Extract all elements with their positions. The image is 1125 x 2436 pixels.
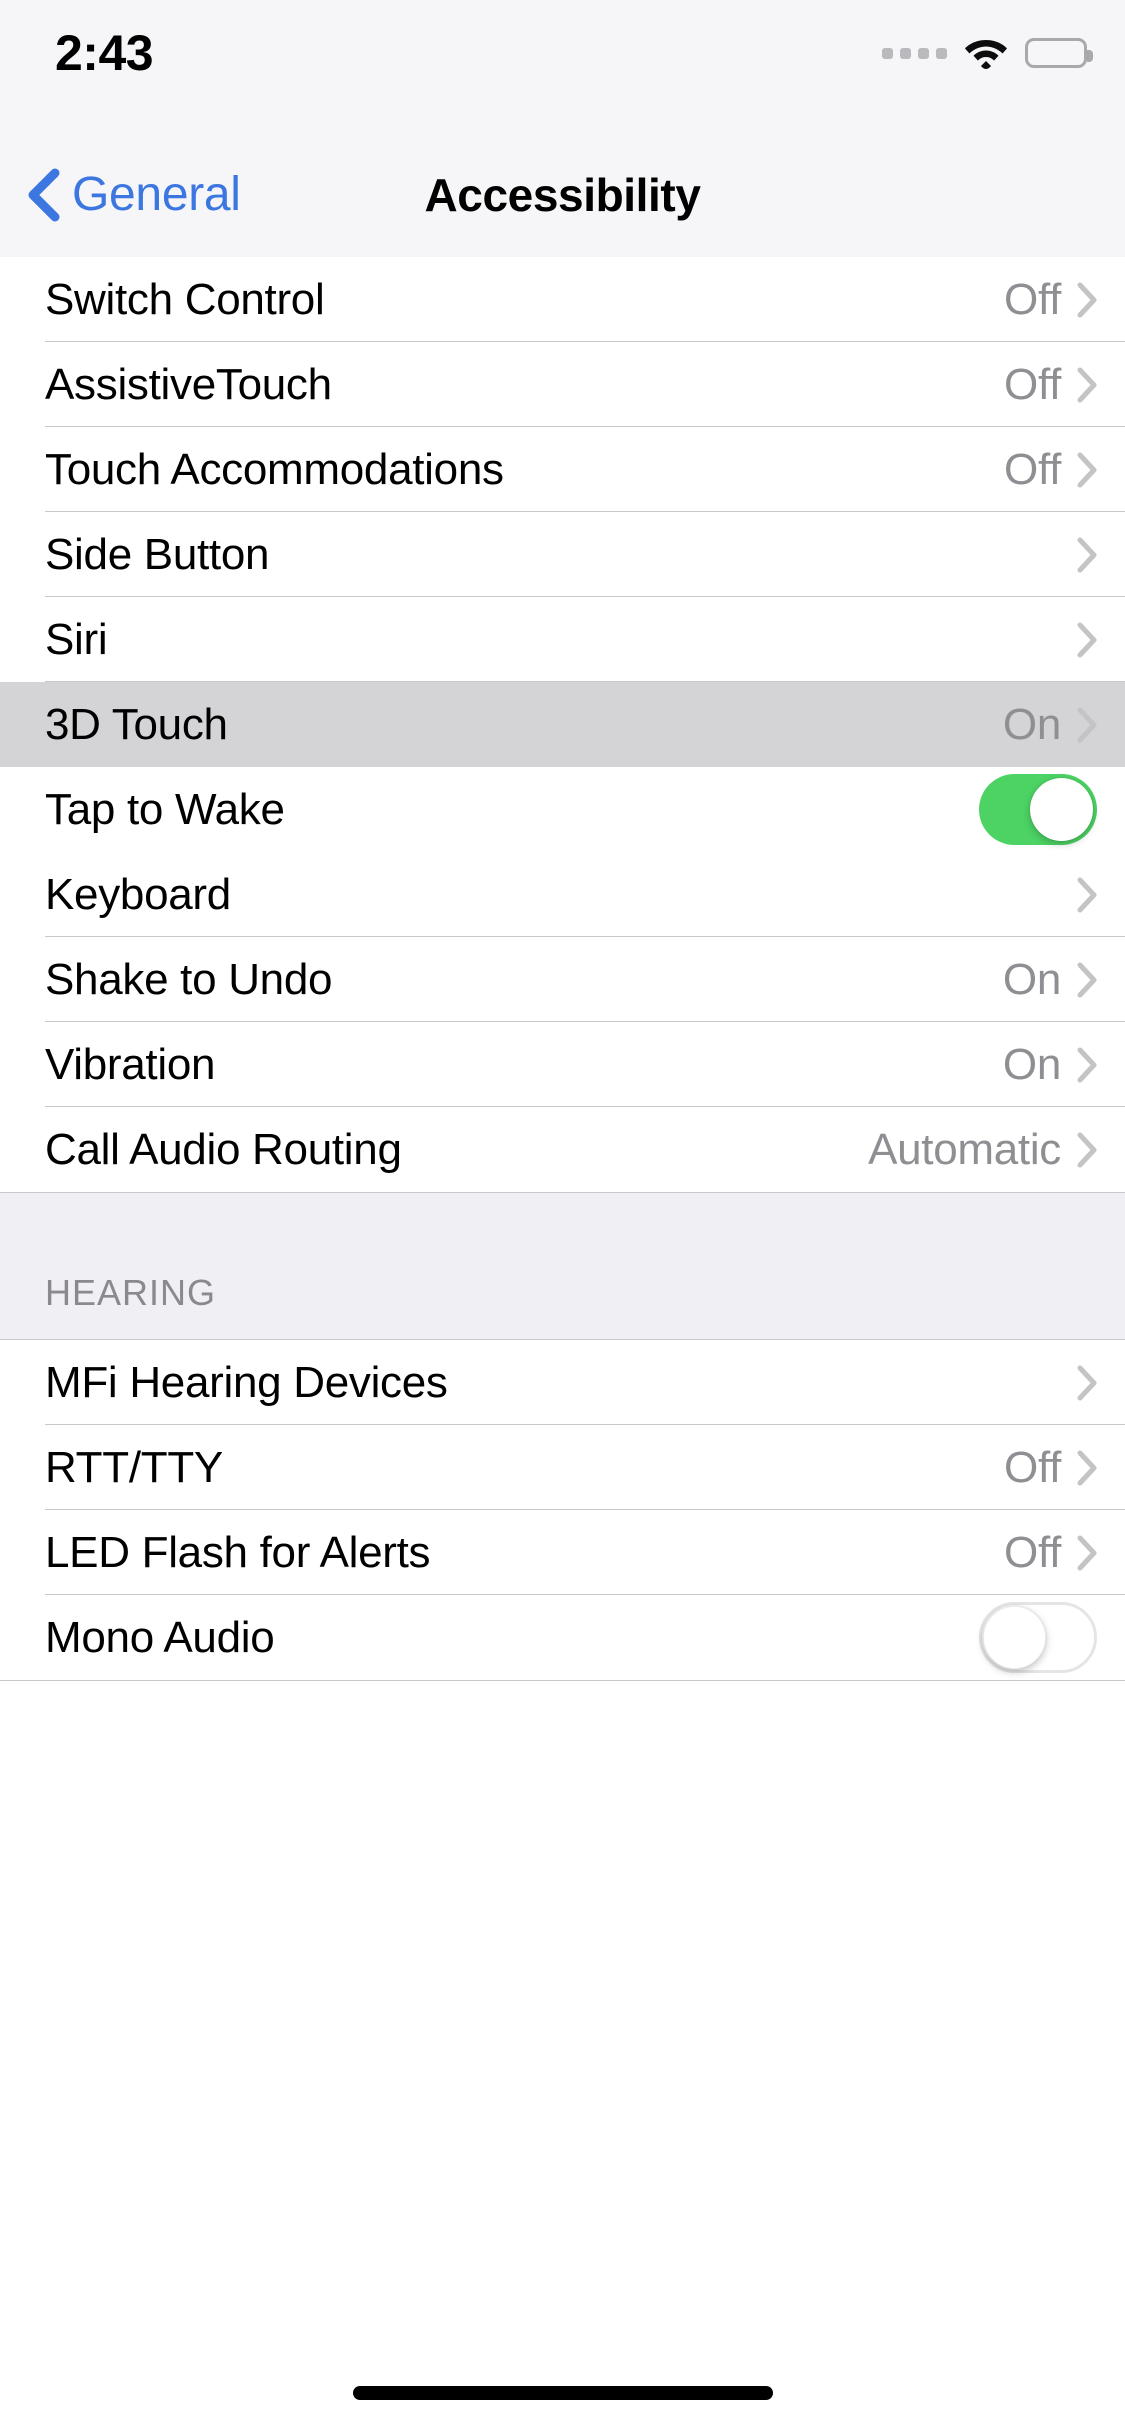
list-item-label: 3D Touch bbox=[45, 699, 228, 749]
chevron-right-icon bbox=[1077, 707, 1097, 743]
list-item-label: Vibration bbox=[45, 1039, 216, 1089]
status-bar: 2:43 bbox=[0, 0, 1125, 132]
list-item-accessory: On bbox=[1003, 1040, 1097, 1090]
toggle-knob bbox=[1030, 778, 1093, 841]
list-item-label: Shake to Undo bbox=[45, 954, 333, 1004]
list-item-call-audio-routing[interactable]: Call Audio Routing Automatic bbox=[0, 1107, 1125, 1192]
chevron-right-icon bbox=[1077, 1535, 1097, 1571]
list-item-value: On bbox=[1002, 1039, 1061, 1089]
toggle-switch[interactable] bbox=[979, 1602, 1097, 1673]
list-item-value: On bbox=[1002, 699, 1061, 749]
list-item-label: MFi Hearing Devices bbox=[45, 1357, 448, 1407]
list-item-label: Call Audio Routing bbox=[45, 1124, 402, 1174]
list-item-value: Automatic bbox=[868, 1124, 1061, 1174]
iphone-screen: 2:43 General Accessibility Switch Contro… bbox=[0, 0, 1125, 2436]
list-item-value: Off bbox=[1004, 1442, 1061, 1492]
list-item-accessory bbox=[1077, 877, 1097, 913]
list-item-accessory: Off bbox=[1004, 360, 1097, 410]
list-item-tap-to-wake[interactable]: Tap to Wake bbox=[0, 767, 1125, 852]
list-item-shake-to-undo[interactable]: Shake to Undo On bbox=[0, 937, 1125, 1022]
list-item-accessory bbox=[979, 774, 1097, 845]
chevron-right-icon bbox=[1077, 1365, 1097, 1401]
list-item-mono-audio[interactable]: Mono Audio bbox=[0, 1595, 1125, 1680]
status-bar-clock: 2:43 bbox=[55, 25, 154, 81]
list-item-vibration[interactable]: Vibration On bbox=[0, 1022, 1125, 1107]
list-item-accessory: Off bbox=[1004, 1443, 1097, 1493]
list-item-label: Keyboard bbox=[45, 869, 231, 919]
list-item-value: Off bbox=[1004, 444, 1061, 494]
list-item-label: AssistiveTouch bbox=[45, 359, 332, 409]
list-item-keyboard[interactable]: Keyboard bbox=[0, 852, 1125, 937]
list-item-value: Off bbox=[1004, 1527, 1061, 1577]
list-item-accessory: Automatic bbox=[868, 1125, 1097, 1175]
list-item-accessory bbox=[1077, 1365, 1097, 1401]
list-item-accessory bbox=[1077, 537, 1097, 573]
list-item-accessory: On bbox=[1003, 955, 1097, 1005]
list-item-value: On bbox=[1002, 954, 1061, 1004]
wifi-icon bbox=[964, 36, 1008, 70]
section-header-hearing: HEARING bbox=[0, 1192, 1125, 1340]
list-item-mfi-hearing-devices[interactable]: MFi Hearing Devices bbox=[0, 1340, 1125, 1425]
list-item-accessory: On bbox=[1003, 700, 1097, 750]
list-item-touch-accommodations[interactable]: Touch Accommodations Off bbox=[0, 427, 1125, 512]
chevron-right-icon bbox=[1077, 962, 1097, 998]
list-item-switch-control[interactable]: Switch Control Off bbox=[0, 257, 1125, 342]
list-bottom-separator bbox=[0, 1680, 1125, 1681]
home-indicator[interactable] bbox=[352, 2386, 773, 2400]
chevron-right-icon bbox=[1077, 367, 1097, 403]
list-item-accessory: Off bbox=[1004, 445, 1097, 495]
battery-full-icon bbox=[1025, 38, 1093, 68]
chevron-right-icon bbox=[1077, 1450, 1097, 1486]
section-title: HEARING bbox=[45, 1272, 217, 1313]
chevron-right-icon bbox=[1077, 1132, 1097, 1168]
chevron-right-icon bbox=[1077, 282, 1097, 318]
chevron-right-icon bbox=[1077, 452, 1097, 488]
list-item-siri[interactable]: Siri bbox=[0, 597, 1125, 682]
toggle-switch[interactable] bbox=[979, 774, 1097, 845]
list-item-accessory: Off bbox=[1004, 275, 1097, 325]
page-title: Accessibility bbox=[424, 168, 701, 221]
chevron-right-icon bbox=[1077, 537, 1097, 573]
list-item-label: Side Button bbox=[45, 529, 270, 579]
list-item-3d-touch[interactable]: 3D Touch On bbox=[0, 682, 1125, 767]
list-item-value: Off bbox=[1004, 274, 1061, 324]
settings-list: Switch Control Off AssistiveTouch Off Touch … bbox=[0, 257, 1125, 1681]
list-item-accessory bbox=[1077, 622, 1097, 658]
list-item-led-flash-for-alerts[interactable]: LED Flash for Alerts Off bbox=[0, 1510, 1125, 1595]
list-item-label: Siri bbox=[45, 614, 108, 664]
list-item-label: LED Flash for Alerts bbox=[45, 1527, 431, 1577]
signal-dots-icon bbox=[882, 47, 947, 59]
list-item-assistivetouch[interactable]: AssistiveTouch Off bbox=[0, 342, 1125, 427]
list-item-label: Tap to Wake bbox=[45, 784, 285, 834]
toggle-knob bbox=[983, 1606, 1046, 1669]
chevron-right-icon bbox=[1077, 1047, 1097, 1083]
list-item-side-button[interactable]: Side Button bbox=[0, 512, 1125, 597]
list-item-rtt-tty[interactable]: RTT/TTY Off bbox=[0, 1425, 1125, 1510]
status-bar-icons bbox=[882, 36, 1093, 70]
list-item-label: Switch Control bbox=[45, 274, 325, 324]
list-item-accessory bbox=[979, 1602, 1097, 1673]
list-item-label: Mono Audio bbox=[45, 1612, 275, 1662]
settings-group-0: Switch Control Off AssistiveTouch Off Touch … bbox=[0, 257, 1125, 1192]
list-item-label: Touch Accommodations bbox=[45, 444, 504, 494]
chevron-right-icon bbox=[1077, 622, 1097, 658]
navigation-bar: General Accessibility bbox=[0, 132, 1125, 257]
list-item-value: Off bbox=[1004, 359, 1061, 409]
chevron-right-icon bbox=[1077, 877, 1097, 913]
list-item-accessory: Off bbox=[1004, 1528, 1097, 1578]
settings-group-1: MFi Hearing Devices RTT/TTY Off LED Flash f… bbox=[0, 1340, 1125, 1680]
list-item-label: RTT/TTY bbox=[45, 1442, 223, 1492]
